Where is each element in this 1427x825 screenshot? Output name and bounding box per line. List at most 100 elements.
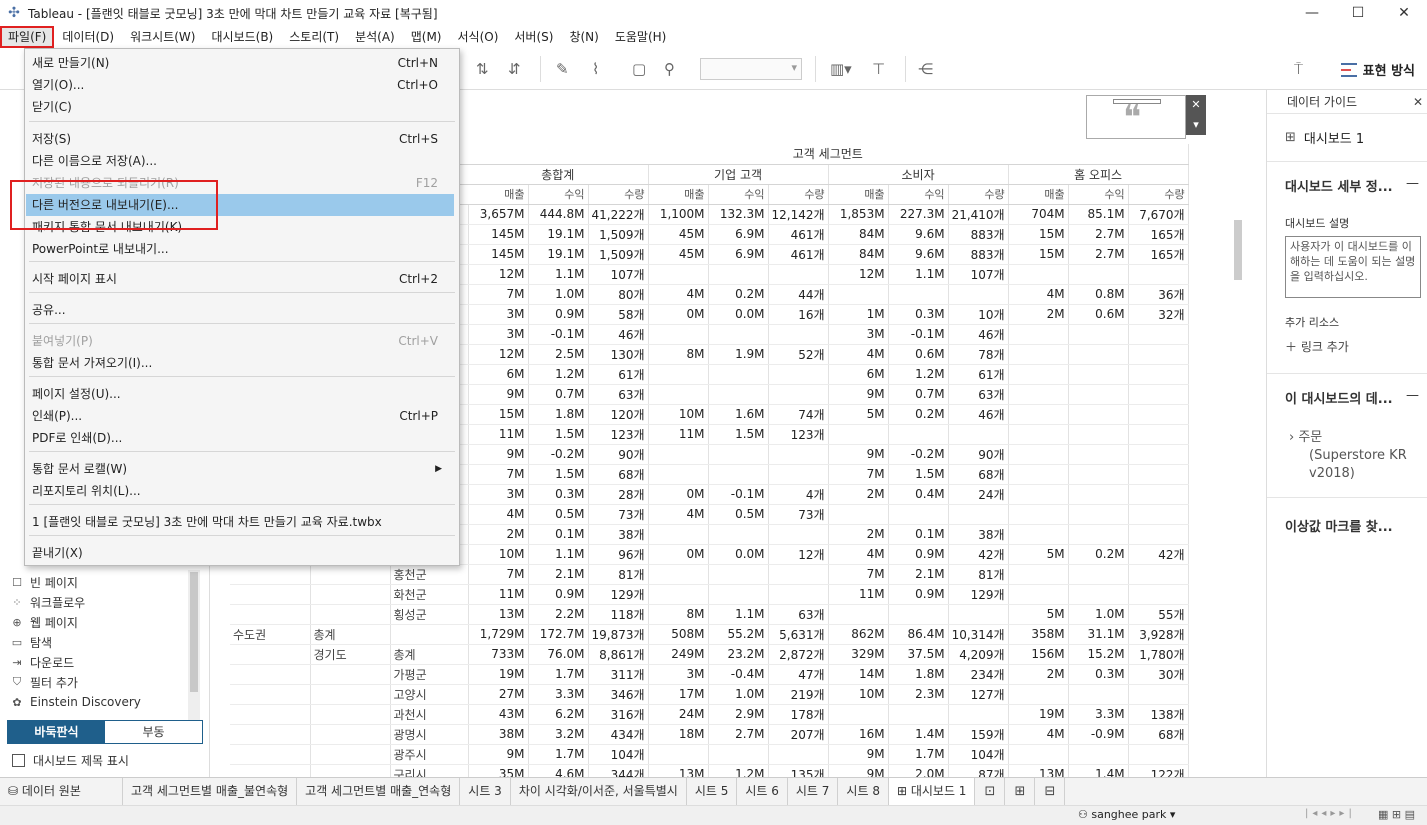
table-cell: 24M	[648, 704, 709, 725]
file-menu-item[interactable]: 다른 이름으로 저장(A)...	[26, 150, 456, 172]
scrollbar-thumb[interactable]	[190, 572, 198, 692]
sheet-tab[interactable]: ⊞ 대시보드 1	[888, 778, 976, 806]
collapse-icon[interactable]: —	[1406, 176, 1419, 191]
table-cell: 3M	[468, 484, 529, 505]
table-cell	[1008, 584, 1069, 605]
outliers-section-header[interactable]: 이상값 마크를 찾...	[1267, 516, 1427, 535]
tiled-button[interactable]: 바둑판식	[8, 721, 105, 743]
file-menu-item[interactable]: 시작 페이지 표시 Ctrl+2	[26, 268, 456, 290]
chart-icon[interactable]: ▥▾	[830, 58, 852, 80]
object-item[interactable]: ☐ 빈 페이지	[0, 572, 200, 592]
new-story-icon[interactable]: ⊟	[1035, 778, 1066, 806]
file-menu-item[interactable]: 열기(O)... Ctrl+O	[26, 74, 456, 96]
file-menu-item[interactable]: 통합 문서 로캘(W) ▶	[26, 458, 456, 480]
object-menu-icon[interactable]: ▾	[1186, 115, 1206, 135]
detail-section-header[interactable]: 대시보드 세부 정... —	[1267, 176, 1427, 195]
objects-scrollbar[interactable]	[188, 570, 200, 720]
remove-object-icon[interactable]: ✕	[1186, 95, 1206, 115]
data-source-item[interactable]: › 주문	[1267, 429, 1427, 447]
table-cell: 28개	[588, 484, 649, 505]
floating-button[interactable]: 부동	[105, 721, 202, 743]
new-worksheet-icon[interactable]: ⊡	[975, 778, 1006, 806]
object-controls[interactable]: ✕ ▾	[1186, 95, 1206, 135]
sheet-tab[interactable]: 시트 6	[737, 778, 788, 806]
sheet-tab[interactable]: 차이 시각화/이서준, 서울특별시	[511, 778, 687, 806]
format-painter-icon[interactable]: ⍑	[1294, 58, 1303, 80]
menu-item[interactable]: 데이터(D)	[54, 26, 122, 48]
show-title-checkbox-row[interactable]: 대시보드 제목 표시	[12, 752, 129, 769]
file-menu-item[interactable]: 공유...	[26, 299, 456, 321]
menu-item[interactable]: 대시보드(B)	[203, 26, 281, 48]
file-menu-item[interactable]: 리포지토리 위치(L)...	[26, 480, 456, 502]
share-icon[interactable]: ⋲	[918, 58, 933, 80]
row-header	[230, 764, 311, 777]
presentation-icon[interactable]: ⊤	[872, 58, 885, 80]
data-section-header[interactable]: 이 대시보드의 데... —	[1267, 388, 1427, 407]
file-menu-separator	[29, 451, 455, 452]
file-menu-item[interactable]: PDF로 인쇄(D)...	[26, 427, 456, 449]
new-dashboard-icon[interactable]: ⊞	[1005, 778, 1036, 806]
sheet-tab[interactable]: 시트 7	[788, 778, 839, 806]
menu-item[interactable]: 서식(O)	[450, 26, 507, 48]
canvas-scrollbar[interactable]	[1234, 220, 1242, 280]
file-menu-item[interactable]: 통합 문서 가져오기(I)...	[26, 352, 456, 374]
sheet-tab[interactable]: 시트 8	[838, 778, 889, 806]
pin-icon[interactable]: ⚲	[664, 58, 675, 80]
file-menu-item[interactable]: 끝내기(X)	[26, 542, 456, 564]
user-menu[interactable]: ⚇ sanghee park ▾	[1078, 808, 1175, 821]
menu-item[interactable]: 서버(S)	[506, 26, 561, 48]
menu-item[interactable]: 분석(A)	[347, 26, 403, 48]
image-object[interactable]: ❝	[1086, 95, 1186, 139]
minimize-button[interactable]: —	[1289, 0, 1335, 26]
sheet-tab[interactable]: 시트 5	[687, 778, 738, 806]
add-link-button[interactable]: ＋ 링크 추가	[1267, 338, 1427, 355]
chevron-right-icon[interactable]: ›	[1289, 430, 1298, 445]
submenu-arrow-icon: ▶	[435, 464, 442, 474]
sheet-navigation-icon[interactable]: |◂◂▸▸|	[1305, 808, 1356, 819]
menu-item[interactable]: 창(N)	[561, 26, 606, 48]
toolbar-separator	[540, 56, 541, 82]
text-label-icon[interactable]: ▢	[632, 58, 646, 80]
menu-item[interactable]: 파일(F)	[0, 26, 55, 48]
table-cell: 68개	[1128, 724, 1189, 745]
file-menu-item[interactable]: 페이지 설정(U)...	[26, 383, 456, 405]
file-menu-item[interactable]: 닫기(C)	[26, 96, 456, 118]
sheet-tab[interactable]: ⛁ 데이터 원본	[0, 778, 123, 806]
file-menu-item[interactable]: 인쇄(P)... Ctrl+P	[26, 405, 456, 427]
view-mode-icon[interactable]: ▦ ⊞ ▤	[1378, 808, 1415, 821]
sheet-tab[interactable]: 시트 3	[460, 778, 511, 806]
close-pane-icon[interactable]: ✕	[1413, 90, 1423, 114]
table-cell: 9M	[468, 384, 529, 405]
table-cell: 2M	[1008, 664, 1069, 685]
fit-dropdown[interactable]	[700, 58, 802, 80]
sort-ascending-icon[interactable]: ⇅	[476, 58, 489, 80]
menu-item[interactable]: 맵(M)	[403, 26, 450, 48]
object-item[interactable]: ⛉ 필터 추가	[0, 672, 200, 692]
close-button[interactable]: ✕	[1381, 0, 1427, 26]
annotation-highlight-box	[10, 180, 218, 230]
object-item[interactable]: ✿ Einstein Discovery	[0, 692, 200, 712]
file-menu-item[interactable]: 1 [플랜잇 태블로 굿모닝] 3초 만에 막대 차트 만들기 교육 자료.tw…	[26, 511, 456, 533]
file-menu-item[interactable]: 저장(S) Ctrl+S	[26, 128, 456, 150]
description-input[interactable]: 사용자가 이 대시보드를 이해하는 데 도움이 되는 설명을 입력하십시오.	[1285, 236, 1421, 298]
maximize-button[interactable]: ☐	[1335, 0, 1381, 26]
show-me-button[interactable]: 표현 방식	[1340, 60, 1415, 79]
object-item[interactable]: ▭ 탐색	[0, 632, 200, 652]
highlight-icon[interactable]: ✎	[556, 58, 569, 80]
collapse-icon[interactable]: —	[1406, 388, 1419, 403]
sheet-tab[interactable]: 고객 세그먼트별 매출_연속형	[297, 778, 461, 806]
menu-item[interactable]: 스토리(T)	[281, 26, 347, 48]
sheet-tab[interactable]: 고객 세그먼트별 매출_불연속형	[123, 778, 298, 806]
object-item[interactable]: ⊕ 웹 페이지	[0, 612, 200, 632]
sort-descending-icon[interactable]: ⇵	[508, 58, 521, 80]
file-menu-item[interactable]: PowerPoint로 내보내기...	[26, 238, 456, 260]
attach-icon[interactable]: ⌇	[592, 58, 599, 80]
show-title-checkbox[interactable]	[12, 754, 25, 767]
file-menu-item[interactable]: 새로 만들기(N) Ctrl+N	[26, 52, 456, 74]
table-cell: 329M	[828, 644, 889, 665]
table-cell: 11M	[468, 424, 529, 445]
object-item[interactable]: ⇥ 다운로드	[0, 652, 200, 672]
menu-item[interactable]: 워크시트(W)	[122, 26, 203, 48]
object-item[interactable]: ⁘ 워크플로우	[0, 592, 200, 612]
menu-item[interactable]: 도움말(H)	[607, 26, 675, 48]
